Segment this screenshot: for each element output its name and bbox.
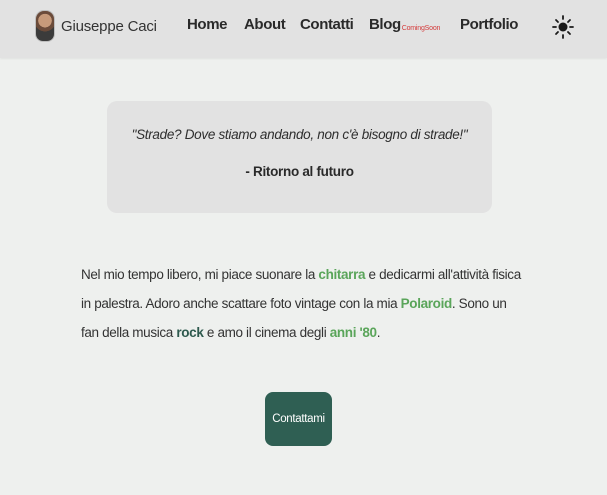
highlight-eighties: anni '80 [329,325,377,340]
coming-soon-badge: ComingSoon [401,25,441,32]
bio-text: . [376,325,381,340]
bio-text: e amo il cinema degli [203,325,330,340]
highlight-polaroid: Polaroid [400,296,453,311]
quote-author: - Ritorno al futuro [245,164,354,179]
highlight-rock: rock [176,325,204,340]
nav-link-portfolio[interactable]: Portfolio [460,16,518,33]
quote-card: "Strade? Dove stiamo andando, non c'è bi… [107,101,492,213]
bio-paragraph: Nel mio tempo libero, mi piace suonare l… [81,260,521,347]
nav-link-blog[interactable]: Blog ComingSoon [369,16,440,33]
highlight-guitar: chitarra [318,267,366,282]
contact-button[interactable]: Contattami [265,392,332,446]
avatar [35,10,55,42]
theme-toggle-button[interactable] [552,14,574,40]
nav-link-contatti[interactable]: Contatti [300,16,354,33]
brand[interactable]: Giuseppe Caci [35,10,157,42]
nav-link-blog-label: Blog [369,16,401,33]
brand-name: Giuseppe Caci [61,17,157,35]
sun-icon [552,15,574,39]
navbar: Giuseppe Caci Home About Contatti Blog C… [0,0,607,58]
quote-text: "Strade? Dove stiamo andando, non c'è bi… [131,127,468,142]
nav-link-home[interactable]: Home [187,16,227,33]
nav-link-about[interactable]: About [244,16,286,33]
bio-text: Nel mio tempo libero, mi piace suonare l… [81,267,319,282]
